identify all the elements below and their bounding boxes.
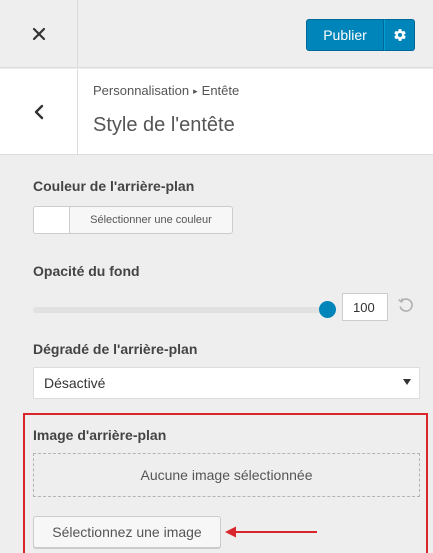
- select-image-button[interactable]: Sélectionnez une image: [33, 516, 221, 548]
- breadcrumb: Personnalisation ▸ Entête: [93, 83, 239, 98]
- color-swatch[interactable]: [34, 207, 70, 233]
- dropdown-arrow-icon: [403, 379, 411, 385]
- section-header: Personnalisation ▸ Entête Style de l'entêt…: [0, 69, 433, 155]
- breadcrumb-separator: ▸: [193, 86, 198, 96]
- opacity-label: Opacité du fond: [33, 263, 140, 279]
- back-button[interactable]: [0, 69, 78, 155]
- gradient-label: Dégradé de l'arrière-plan: [33, 341, 198, 357]
- opacity-number-input[interactable]: 100: [342, 293, 388, 321]
- annotation-arrow-icon: [225, 526, 317, 538]
- reset-icon[interactable]: [396, 295, 416, 315]
- close-button[interactable]: [0, 0, 78, 68]
- publish-group: Publier: [306, 19, 415, 51]
- color-picker-label: Sélectionner une couleur: [90, 214, 212, 226]
- color-picker-button[interactable]: Sélectionner une couleur: [33, 206, 233, 234]
- close-icon: [32, 27, 45, 41]
- publish-button[interactable]: Publier: [306, 19, 384, 51]
- gear-icon: [393, 29, 406, 41]
- section-title: Style de l'entête: [93, 114, 235, 136]
- image-placeholder[interactable]: Aucune image sélectionnée: [33, 453, 420, 497]
- breadcrumb-current: Entête: [201, 83, 240, 98]
- customizer-header: Publier: [0, 0, 433, 68]
- background-image-label: Image d'arrière-plan: [33, 427, 167, 443]
- chevron-left-icon: [34, 104, 43, 120]
- gradient-selected-value: Désactivé: [44, 375, 106, 391]
- publish-settings-button[interactable]: [384, 19, 415, 51]
- opacity-slider-thumb[interactable]: [318, 301, 336, 318]
- breadcrumb-root: Personnalisation: [93, 83, 190, 98]
- opacity-slider-track[interactable]: [33, 307, 327, 313]
- background-color-label: Couleur de l'arrière-plan: [33, 178, 195, 194]
- gradient-select[interactable]: Désactivé: [33, 367, 420, 399]
